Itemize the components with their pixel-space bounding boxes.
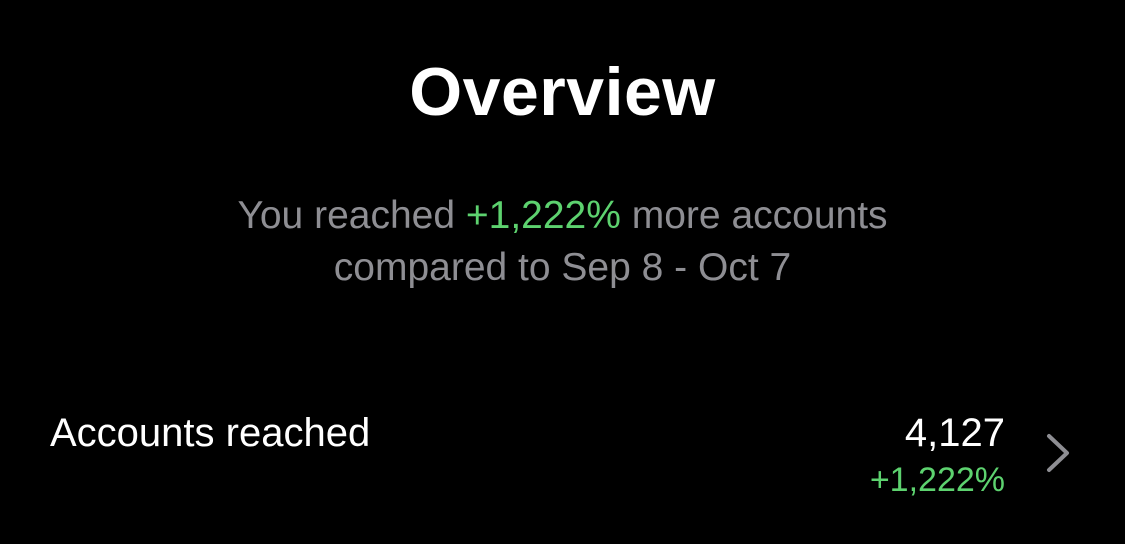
summary-prefix: You reached	[237, 194, 466, 237]
summary-line-1: You reached +1,222% more accounts	[0, 190, 1125, 242]
metric-values: 4,127 +1,222%	[870, 408, 1005, 502]
accounts-reached-row[interactable]: Accounts reached 4,127 +1,222%	[0, 400, 1125, 510]
page-title: Overview	[409, 54, 716, 130]
summary-suffix: more accounts	[620, 194, 888, 237]
summary-change-percent: +1,222%	[465, 194, 621, 237]
metric-value: 4,127	[904, 411, 1005, 455]
chevron-right-icon[interactable]	[1043, 430, 1073, 476]
summary-comparison: compared to Sep 8 - Oct 7	[333, 246, 792, 289]
reach-summary: You reached +1,222% more accounts compar…	[0, 190, 1125, 294]
metric-change: +1,222%	[869, 461, 1005, 499]
metric-label: Accounts reached	[50, 411, 371, 455]
